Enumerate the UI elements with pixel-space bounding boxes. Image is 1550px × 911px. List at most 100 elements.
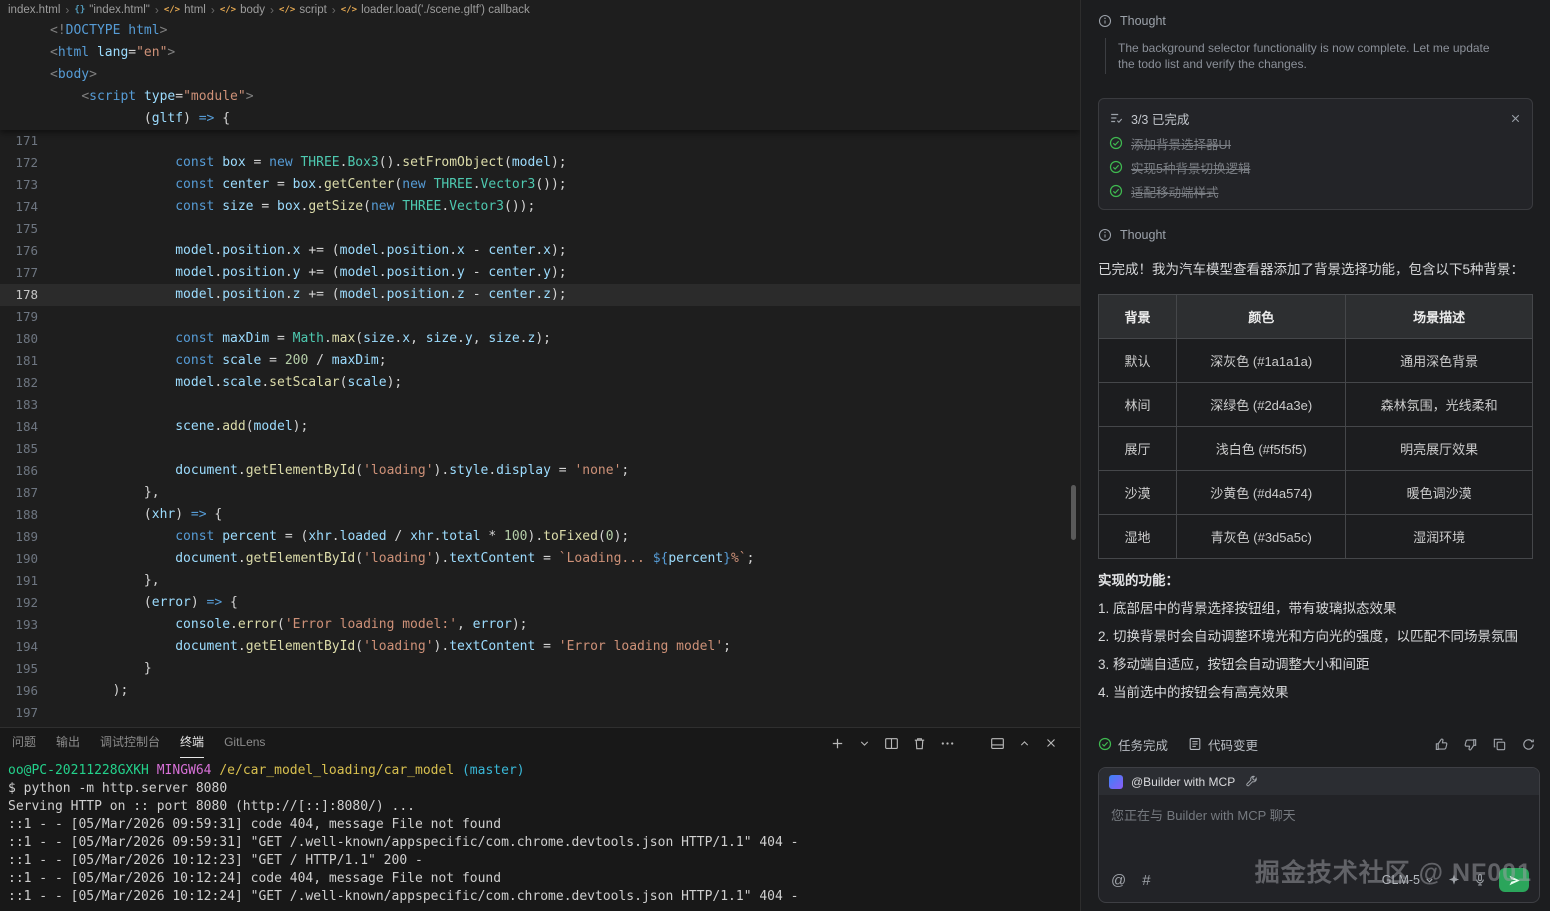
panel-tab[interactable]: 问题 <box>12 728 36 758</box>
line-number[interactable]: 188 <box>0 504 38 526</box>
code-line[interactable]: 190 document.getElementById('loading').t… <box>0 548 1080 570</box>
close-panel-icon[interactable] <box>1044 736 1058 750</box>
split-terminal-icon[interactable] <box>884 736 899 751</box>
close-icon[interactable] <box>1509 112 1522 125</box>
agent-context-bar[interactable]: @Builder with MCP <box>1099 768 1539 795</box>
line-number[interactable] <box>0 108 38 130</box>
task-complete-badge[interactable]: 任务完成 <box>1098 735 1168 754</box>
code-line[interactable]: 177 model.position.y += (model.position.… <box>0 262 1080 284</box>
hash-button[interactable]: # <box>1142 872 1150 889</box>
editor-scrollbar[interactable] <box>1071 485 1076 540</box>
code-line[interactable]: 183 <box>0 394 1080 416</box>
panel-tab[interactable]: 调试控制台 <box>100 728 160 758</box>
code-line[interactable]: 184 scene.add(model); <box>0 416 1080 438</box>
code-line[interactable]: 178 model.position.z += (model.position.… <box>0 284 1080 306</box>
thumbs-up-icon[interactable] <box>1434 737 1449 752</box>
code-line[interactable]: <script type="module"> <box>0 86 1080 108</box>
panel-tab[interactable]: 输出 <box>56 728 80 758</box>
code-line[interactable]: 176 model.position.x += (model.position.… <box>0 240 1080 262</box>
line-number[interactable]: 181 <box>0 350 38 372</box>
code-line[interactable]: 175 <box>0 218 1080 240</box>
line-number[interactable]: 174 <box>0 196 38 218</box>
code-changes-button[interactable]: 代码变更 <box>1188 735 1258 754</box>
code-line[interactable]: 186 document.getElementById('loading').s… <box>0 460 1080 482</box>
line-number[interactable]: 172 <box>0 152 38 174</box>
code-line[interactable]: 196 ); <box>0 680 1080 702</box>
code-line[interactable]: <html lang="en"> <box>0 42 1080 64</box>
line-number[interactable]: 197 <box>0 702 38 724</box>
thought-header[interactable]: Thought <box>1098 10 1533 32</box>
code-line[interactable]: 197 <box>0 702 1080 724</box>
breadcrumb-item[interactable]: index.html <box>8 4 60 16</box>
send-button[interactable] <box>1499 868 1529 892</box>
line-number[interactable]: 187 <box>0 482 38 504</box>
panel-tab[interactable]: 终端 <box>180 728 204 758</box>
code-line[interactable]: 193 console.error('Error loading model:'… <box>0 614 1080 636</box>
refresh-icon[interactable] <box>1521 737 1536 752</box>
line-number[interactable]: 189 <box>0 526 38 548</box>
code-line[interactable]: 188 (xhr) => { <box>0 504 1080 526</box>
line-number[interactable]: 193 <box>0 614 38 636</box>
line-number[interactable]: 184 <box>0 416 38 438</box>
code-line[interactable]: <body> <box>0 64 1080 86</box>
code-line[interactable]: 172 const box = new THREE.Box3().setFrom… <box>0 152 1080 174</box>
code-line[interactable]: 185 <box>0 438 1080 460</box>
code-line[interactable]: <!DOCTYPE html> <box>0 20 1080 42</box>
line-number[interactable]: 190 <box>0 548 38 570</box>
code-line[interactable]: 194 document.getElementById('loading').t… <box>0 636 1080 658</box>
new-terminal-icon[interactable] <box>830 736 845 751</box>
line-number[interactable] <box>0 86 38 108</box>
line-number[interactable]: 178 <box>0 284 38 306</box>
mention-button[interactable]: @ <box>1111 872 1126 889</box>
model-selector[interactable]: GLM-5 <box>1382 873 1435 887</box>
line-number[interactable]: 179 <box>0 306 38 328</box>
code-line[interactable]: 179 <box>0 306 1080 328</box>
maximize-panel-icon[interactable] <box>1018 737 1031 750</box>
terminal-profile-chevron-icon[interactable] <box>858 737 871 750</box>
line-number[interactable]: 177 <box>0 262 38 284</box>
kill-terminal-icon[interactable] <box>912 736 927 751</box>
code-editor[interactable]: <!DOCTYPE html><html lang="en"><body> <s… <box>0 20 1080 727</box>
code-line[interactable]: 174 const size = box.getSize(new THREE.V… <box>0 196 1080 218</box>
code-line[interactable]: 191 }, <box>0 570 1080 592</box>
line-number[interactable]: 196 <box>0 680 38 702</box>
line-number[interactable]: 185 <box>0 438 38 460</box>
mic-icon[interactable] <box>1473 873 1487 887</box>
breadcrumb-item[interactable]: </>body <box>220 4 265 16</box>
line-number[interactable]: 175 <box>0 218 38 240</box>
line-number[interactable]: 171 <box>0 130 38 152</box>
copy-icon[interactable] <box>1492 737 1507 752</box>
line-number[interactable]: 182 <box>0 372 38 394</box>
breadcrumb-item[interactable]: </>loader.load('./scene.gltf') callback <box>341 4 530 16</box>
code-line[interactable]: 189 const percent = (xhr.loaded / xhr.to… <box>0 526 1080 548</box>
code-line[interactable]: 173 const center = box.getCenter(new THR… <box>0 174 1080 196</box>
more-actions-icon[interactable] <box>940 736 955 751</box>
line-number[interactable] <box>0 20 38 42</box>
line-number[interactable]: 191 <box>0 570 38 592</box>
line-number[interactable]: 183 <box>0 394 38 416</box>
line-number[interactable]: 173 <box>0 174 38 196</box>
breadcrumb-item[interactable]: </>html <box>164 4 206 16</box>
line-number[interactable] <box>0 64 38 86</box>
chat-input[interactable]: 您正在与 Builder with MCP 聊天 <box>1099 795 1539 866</box>
breadcrumb-item[interactable]: {}"index.html" <box>74 4 149 16</box>
thought-header[interactable]: Thought <box>1098 224 1533 246</box>
code-line[interactable]: 195 } <box>0 658 1080 680</box>
breadcrumb-item[interactable]: </>script <box>279 4 327 16</box>
code-line[interactable]: (gltf) => { <box>0 108 1080 130</box>
code-line[interactable]: 182 model.scale.setScalar(scale); <box>0 372 1080 394</box>
code-line[interactable]: 180 const maxDim = Math.max(size.x, size… <box>0 328 1080 350</box>
line-number[interactable]: 192 <box>0 592 38 614</box>
line-number[interactable]: 180 <box>0 328 38 350</box>
line-number[interactable] <box>0 42 38 64</box>
code-line[interactable]: 171 <box>0 130 1080 152</box>
sparkle-icon[interactable] <box>1447 873 1461 887</box>
code-line[interactable]: 192 (error) => { <box>0 592 1080 614</box>
line-number[interactable]: 194 <box>0 636 38 658</box>
code-line[interactable]: 187 }, <box>0 482 1080 504</box>
panel-tab[interactable]: GitLens <box>224 728 265 758</box>
line-number[interactable]: 176 <box>0 240 38 262</box>
code-line[interactable]: 181 const scale = 200 / maxDim; <box>0 350 1080 372</box>
line-number[interactable]: 186 <box>0 460 38 482</box>
panel-layout-icon[interactable] <box>990 736 1005 751</box>
